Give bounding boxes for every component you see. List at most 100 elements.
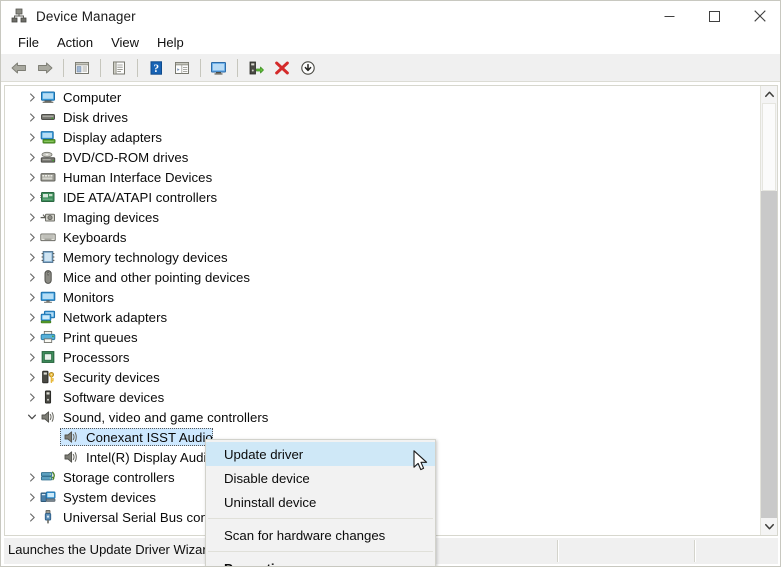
disable-device-icon[interactable] <box>296 56 320 80</box>
chevron-right-icon[interactable] <box>24 329 40 345</box>
toolbar-separator <box>237 58 238 77</box>
chevron-right-icon[interactable] <box>24 349 40 365</box>
maximize-button[interactable] <box>692 1 737 31</box>
vertical-scrollbar[interactable] <box>760 86 777 535</box>
imaging-device-icon <box>40 209 56 225</box>
tree-item-human-interface-devices[interactable]: Human Interface Devices <box>5 167 756 187</box>
context-menu-item-scan-for-hardware-changes[interactable]: Scan for hardware changes <box>206 523 435 547</box>
show-hide-console-tree-icon[interactable] <box>70 56 94 80</box>
context-menu-item-label: Scan for hardware changes <box>224 527 386 543</box>
title-bar: Device Manager <box>1 1 780 31</box>
context-menu-item-label: Update driver <box>224 446 304 462</box>
chevron-right-icon[interactable] <box>24 389 40 405</box>
chevron-right-icon[interactable] <box>24 209 40 225</box>
menu-file[interactable]: File <box>9 33 48 52</box>
tree-item-display-adapters[interactable]: Display adapters <box>5 127 756 147</box>
tree-item-keyboards[interactable]: Keyboards <box>5 227 756 247</box>
toolbar-separator <box>63 58 64 77</box>
tree-item-label: Sound, video and game controllers <box>63 409 269 425</box>
chevron-right-icon[interactable] <box>24 109 40 125</box>
context-menu-item-label: Disable device <box>224 470 310 486</box>
chevron-right-icon[interactable] <box>24 269 40 285</box>
context-menu-item-update-driver[interactable]: Update driver <box>206 442 435 466</box>
view-details-icon[interactable] <box>170 56 194 80</box>
tree-item-mice-and-other-pointing-devices[interactable]: Mice and other pointing devices <box>5 267 756 287</box>
svg-text:?: ? <box>153 63 159 75</box>
help-icon[interactable]: ? <box>144 56 168 80</box>
scan-hardware-changes-icon[interactable] <box>207 56 231 80</box>
chevron-right-icon[interactable] <box>24 189 40 205</box>
processor-icon <box>40 349 56 365</box>
chevron-right-icon[interactable] <box>24 149 40 165</box>
tree-item-label: IDE ATA/ATAPI controllers <box>63 189 218 205</box>
tree-item-print-queues[interactable]: Print queues <box>5 327 756 347</box>
tree-item-memory-technology-devices[interactable]: Memory technology devices <box>5 247 756 267</box>
chevron-right-icon[interactable] <box>24 169 40 185</box>
security-device-icon <box>40 369 56 385</box>
tree-item-label: Monitors <box>63 289 114 305</box>
window-title: Device Manager <box>36 8 136 24</box>
tree-item-security-devices[interactable]: Security devices <box>5 367 756 387</box>
menu-view[interactable]: View <box>102 33 148 52</box>
tree-item-label: Storage controllers <box>63 469 175 485</box>
computer-icon <box>40 89 56 105</box>
tree-item-computer[interactable]: Computer <box>5 87 756 107</box>
tree-item-disk-drives[interactable]: Disk drives <box>5 107 756 127</box>
chevron-right-icon[interactable] <box>24 369 40 385</box>
chevron-right-icon[interactable] <box>24 229 40 245</box>
monitor-icon <box>40 289 56 305</box>
context-menu-item-uninstall-device[interactable]: Uninstall device <box>206 490 435 514</box>
audio-device-icon <box>63 429 79 445</box>
menu-bar: File Action View Help <box>1 31 780 54</box>
disk-drive-icon <box>40 109 56 125</box>
chevron-down-icon[interactable] <box>24 409 40 425</box>
menu-action[interactable]: Action <box>48 33 102 52</box>
chevron-right-icon[interactable] <box>24 509 40 525</box>
tree-item-processors[interactable]: Processors <box>5 347 756 367</box>
storage-controller-icon <box>40 469 56 485</box>
tree-item-monitors[interactable]: Monitors <box>5 287 756 307</box>
tree-item-ide-ata-atapi-controllers[interactable]: IDE ATA/ATAPI controllers <box>5 187 756 207</box>
scrollbar-thumb[interactable] <box>762 103 776 191</box>
tree-item-label: Disk drives <box>63 109 129 125</box>
keyboard-icon <box>40 229 56 245</box>
tree-item-label: Human Interface Devices <box>63 169 213 185</box>
scroll-down-icon[interactable] <box>761 518 777 535</box>
tree-item-label: System devices <box>63 489 157 505</box>
tree-item-label: Processors <box>63 349 130 365</box>
tree-item-network-adapters[interactable]: Network adapters <box>5 307 756 327</box>
chevron-right-icon[interactable] <box>24 309 40 325</box>
context-menu-item-disable-device[interactable]: Disable device <box>206 466 435 490</box>
scrollbar-track[interactable] <box>761 191 777 518</box>
back-icon[interactable] <box>7 56 31 80</box>
chevron-right-icon[interactable] <box>24 89 40 105</box>
printer-icon <box>40 329 56 345</box>
close-button[interactable] <box>737 1 780 31</box>
chevron-right-icon[interactable] <box>24 129 40 145</box>
scroll-up-icon[interactable] <box>761 86 777 103</box>
chevron-right-icon[interactable] <box>24 249 40 265</box>
minimize-button[interactable] <box>647 1 692 31</box>
chevron-right-icon[interactable] <box>24 289 40 305</box>
display-adapter-icon <box>40 129 56 145</box>
chevron-right-icon[interactable] <box>24 489 40 505</box>
update-driver-icon[interactable] <box>244 56 268 80</box>
toolbar-separator <box>200 58 201 77</box>
context-menu-item-properties[interactable]: Properties <box>206 556 435 567</box>
software-device-icon <box>40 389 56 405</box>
tree-item-sound-video-and-game-controllers[interactable]: Sound, video and game controllers <box>5 407 756 427</box>
menu-help[interactable]: Help <box>148 33 193 52</box>
context-menu-separator <box>208 518 433 519</box>
uninstall-device-icon[interactable] <box>270 56 294 80</box>
tree-item-imaging-devices[interactable]: Imaging devices <box>5 207 756 227</box>
tree-item-dvd-cd-rom-drives[interactable]: DVD/CD-ROM drives <box>5 147 756 167</box>
properties-icon[interactable] <box>107 56 131 80</box>
forward-icon[interactable] <box>33 56 57 80</box>
system-device-icon <box>40 489 56 505</box>
tree-item-label: Keyboards <box>63 229 127 245</box>
tree-item-label: Network adapters <box>63 309 168 325</box>
chevron-right-icon[interactable] <box>24 469 40 485</box>
ide-controller-icon <box>40 189 56 205</box>
tree-item-software-devices[interactable]: Software devices <box>5 387 756 407</box>
context-menu[interactable]: Update driver Disable device Uninstall d… <box>205 439 436 567</box>
